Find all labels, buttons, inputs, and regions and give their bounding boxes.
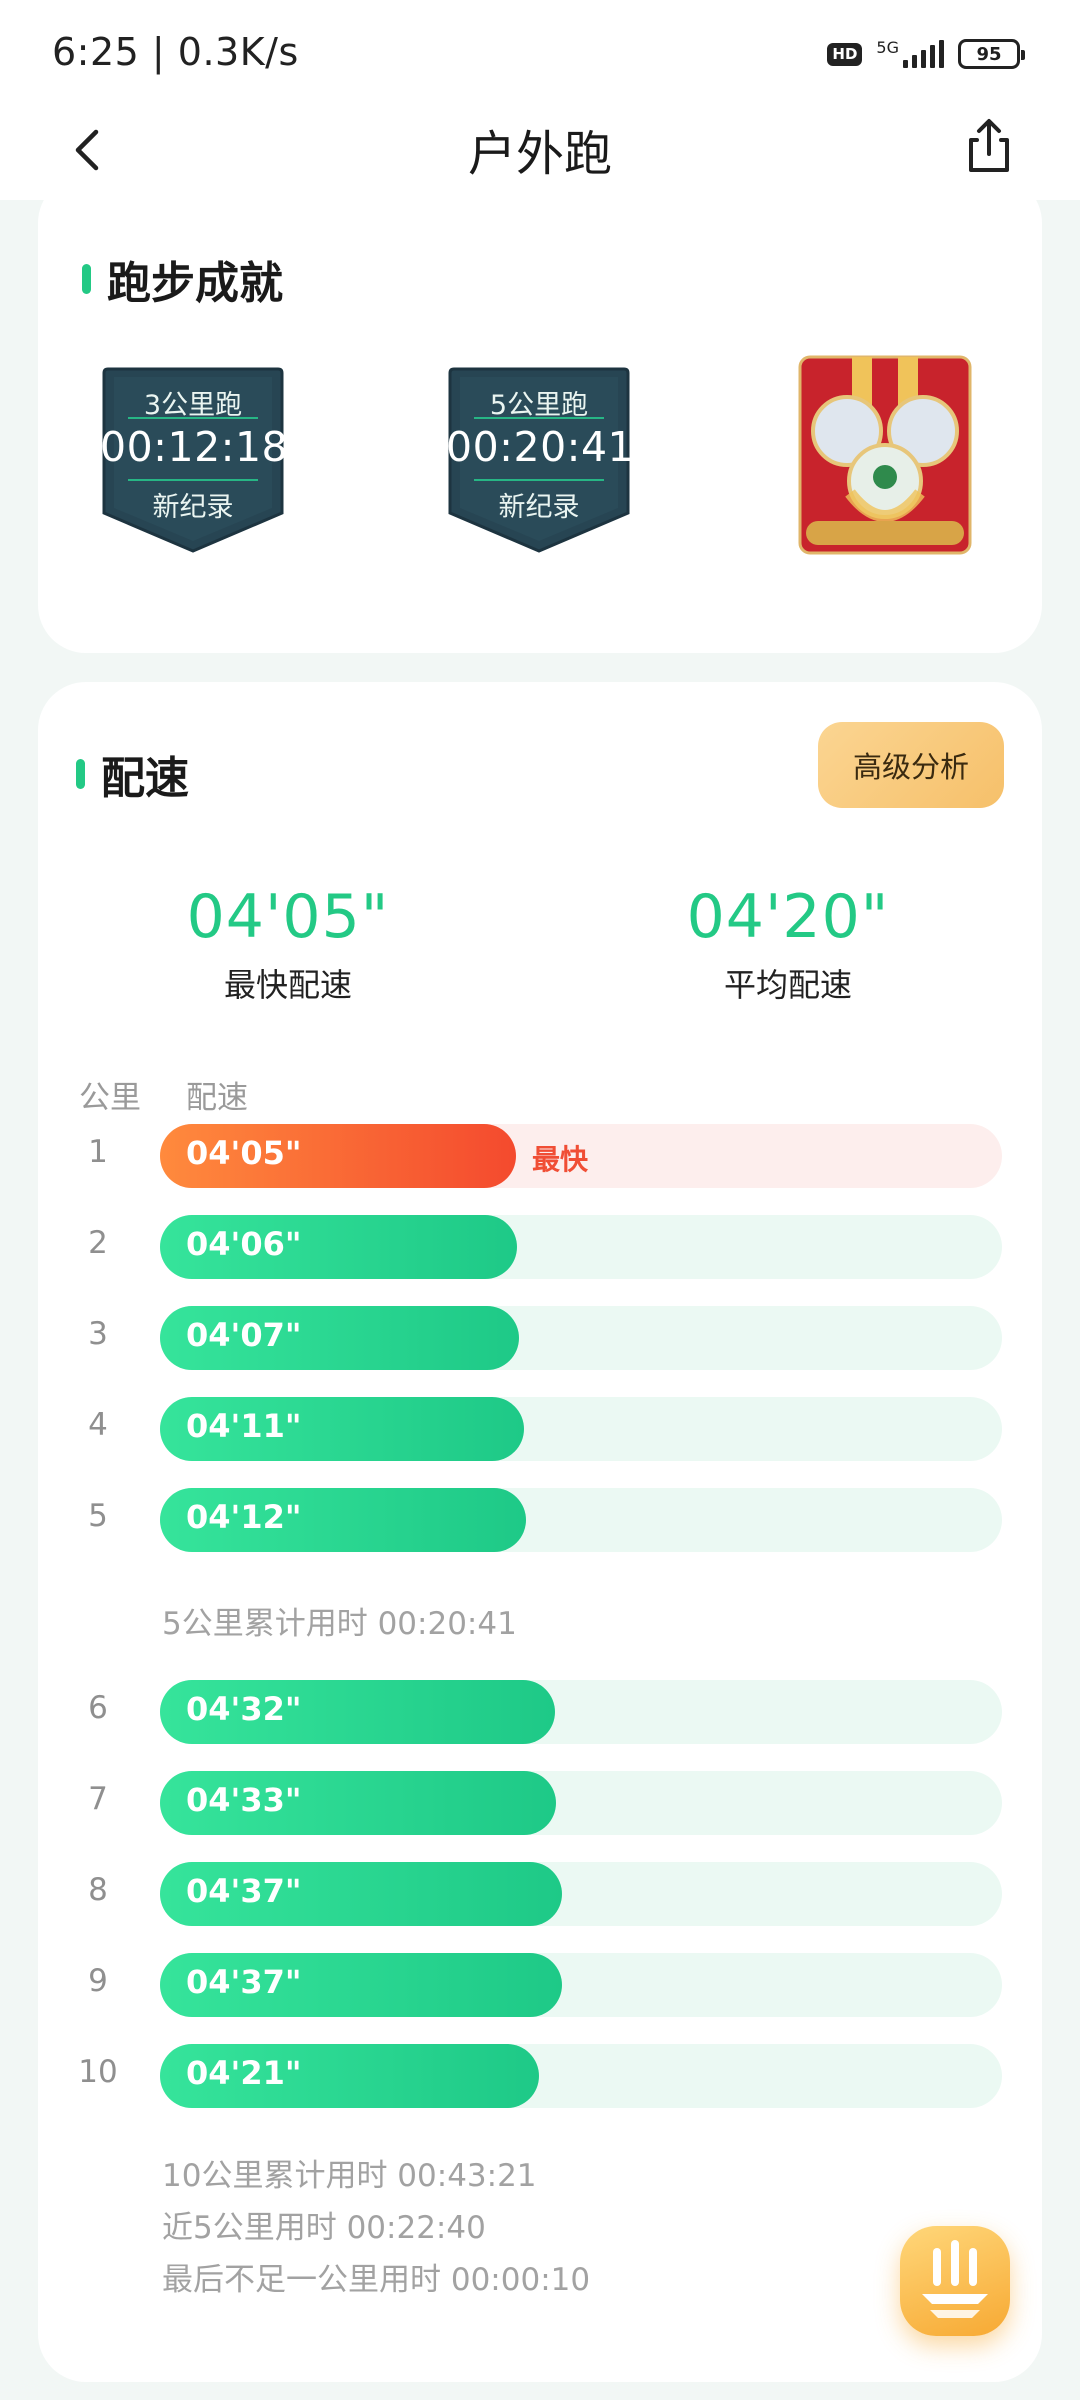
pace-bar-track: 04'07" (160, 1306, 1002, 1370)
pace-value: 04'32" (186, 1690, 302, 1728)
pace-bar: 04'05" (160, 1124, 516, 1188)
status-time: 6:25 | 0.3K/s (52, 30, 299, 74)
pace-value: 04'11" (186, 1407, 302, 1445)
pace-row: 5 04'12" (38, 1488, 1042, 1552)
pace-bar: 04'06" (160, 1215, 517, 1279)
pace-row: 4 04'11" (38, 1397, 1042, 1461)
commemorative-medal-icon[interactable] (792, 353, 978, 563)
status-icons: HD 5G 95 (827, 36, 1025, 72)
km-number: 2 (88, 1225, 108, 1261)
average-pace-label: 平均配速 (723, 966, 852, 1004)
pace-card: 配速 高级分析 04'05" 最快配速 04'20" 平均配速 公里 配速 10… (38, 682, 1042, 2382)
medal-divider (128, 479, 258, 481)
battery-icon: 95 (958, 39, 1025, 69)
pace-value: 04'37" (186, 1872, 302, 1910)
average-pace-stat: 04'20" 平均配速 (618, 882, 958, 1006)
pace-bar-track: 04'37" (160, 1953, 1002, 2017)
summary-remainder: 最后不足一公里用时 00:00:10 (162, 2262, 591, 2298)
signal-icon (903, 40, 944, 68)
advanced-analysis-button[interactable]: 高级分析 (818, 722, 1004, 808)
summary-5km: 5公里累计用时 00:20:41 (162, 1606, 517, 1642)
average-pace-value: 04'20" (686, 882, 890, 952)
km-number: 1 (88, 1134, 108, 1170)
column-header-km: 公里 (79, 1080, 141, 1116)
pace-bar: 04'33" (160, 1771, 556, 1835)
fastest-pace-value: 04'05" (186, 882, 390, 952)
km-number: 10 (78, 2054, 118, 2090)
medal-tag: 新纪录 (152, 492, 234, 523)
voice-assistant-icon[interactable] (900, 2226, 1010, 2336)
pace-title-text: 配速 (101, 753, 189, 804)
pace-title: 配速 (76, 742, 189, 806)
summary-10km: 10公里累计用时 00:43:21 (162, 2158, 537, 2194)
fastest-pace-label: 最快配速 (223, 966, 352, 1004)
achievements-card: 跑步成就 3公里跑 00:12:18 新纪录 5公里跑 00:20:41 新纪录 (38, 175, 1042, 653)
pace-value: 04'21" (186, 2054, 302, 2092)
pace-bar: 04'07" (160, 1306, 519, 1370)
pace-row: 10 04'21" (38, 2044, 1042, 2108)
fastest-tag: 最快 (532, 1143, 589, 1176)
pace-bar: 04'32" (160, 1680, 555, 1744)
column-header-pace: 配速 (186, 1080, 248, 1116)
km-number: 8 (88, 1872, 108, 1908)
medal-3km[interactable]: 3公里跑 00:12:18 新纪录 (100, 365, 289, 555)
medal-5km[interactable]: 5公里跑 00:20:41 新纪录 (446, 365, 635, 555)
pace-value: 04'37" (186, 1963, 302, 2001)
pace-row: 9 04'37" (38, 1953, 1042, 2017)
km-number: 4 (88, 1407, 108, 1443)
km-number: 3 (88, 1316, 108, 1352)
km-number: 6 (88, 1690, 108, 1726)
pace-bar-track: 04'06" (160, 1215, 1002, 1279)
pace-bar-track: 04'05" 最快 (160, 1124, 1002, 1188)
summary-last-5km: 近5公里用时 00:22:40 (162, 2210, 486, 2246)
title-mark (82, 264, 91, 294)
medal-divider (128, 417, 258, 419)
achievements-title-text: 跑步成就 (107, 258, 283, 309)
hd-icon: HD (827, 42, 863, 66)
pace-row: 2 04'06" (38, 1215, 1042, 1279)
medal-divider (474, 417, 604, 419)
status-bar: 6:25 | 0.3K/s HD 5G 95 (0, 0, 1080, 100)
page-title: 户外跑 (467, 126, 612, 182)
pace-row: 1 04'05" 最快 (38, 1124, 1042, 1188)
pace-value: 04'06" (186, 1225, 302, 1263)
km-number: 9 (88, 1963, 108, 1999)
medal-time: 00:12:18 (100, 423, 289, 471)
km-number: 5 (88, 1498, 108, 1534)
pace-value: 04'05" (186, 1134, 302, 1172)
pace-bar-track: 04'21" (160, 2044, 1002, 2108)
pace-row: 6 04'32" (38, 1680, 1042, 1744)
pace-bar-track: 04'33" (160, 1771, 1002, 1835)
network-type: 5G (876, 37, 899, 57)
title-mark (76, 759, 85, 789)
pace-bar: 04'37" (160, 1953, 562, 2017)
pace-bar-track: 04'11" (160, 1397, 1002, 1461)
km-number: 7 (88, 1781, 108, 1817)
pace-bar: 04'21" (160, 2044, 539, 2108)
pace-row: 7 04'33" (38, 1771, 1042, 1835)
pace-bar-track: 04'37" (160, 1862, 1002, 1926)
achievements-title: 跑步成就 (82, 247, 283, 311)
fastest-pace-stat: 04'05" 最快配速 (118, 882, 458, 1006)
pace-row: 8 04'37" (38, 1862, 1042, 1926)
share-icon[interactable] (958, 116, 1020, 178)
medal-time: 00:20:41 (446, 423, 635, 471)
pace-value: 04'33" (186, 1781, 302, 1819)
pace-value: 04'12" (186, 1498, 302, 1536)
pace-bar: 04'37" (160, 1862, 562, 1926)
pace-bar-track: 04'32" (160, 1680, 1002, 1744)
pace-bar: 04'11" (160, 1397, 524, 1461)
medal-divider (474, 479, 604, 481)
medal-tag: 新纪录 (498, 492, 580, 523)
pace-row: 3 04'07" (38, 1306, 1042, 1370)
pace-bar: 04'12" (160, 1488, 526, 1552)
pace-value: 04'07" (186, 1316, 302, 1354)
pace-bar-track: 04'12" (160, 1488, 1002, 1552)
